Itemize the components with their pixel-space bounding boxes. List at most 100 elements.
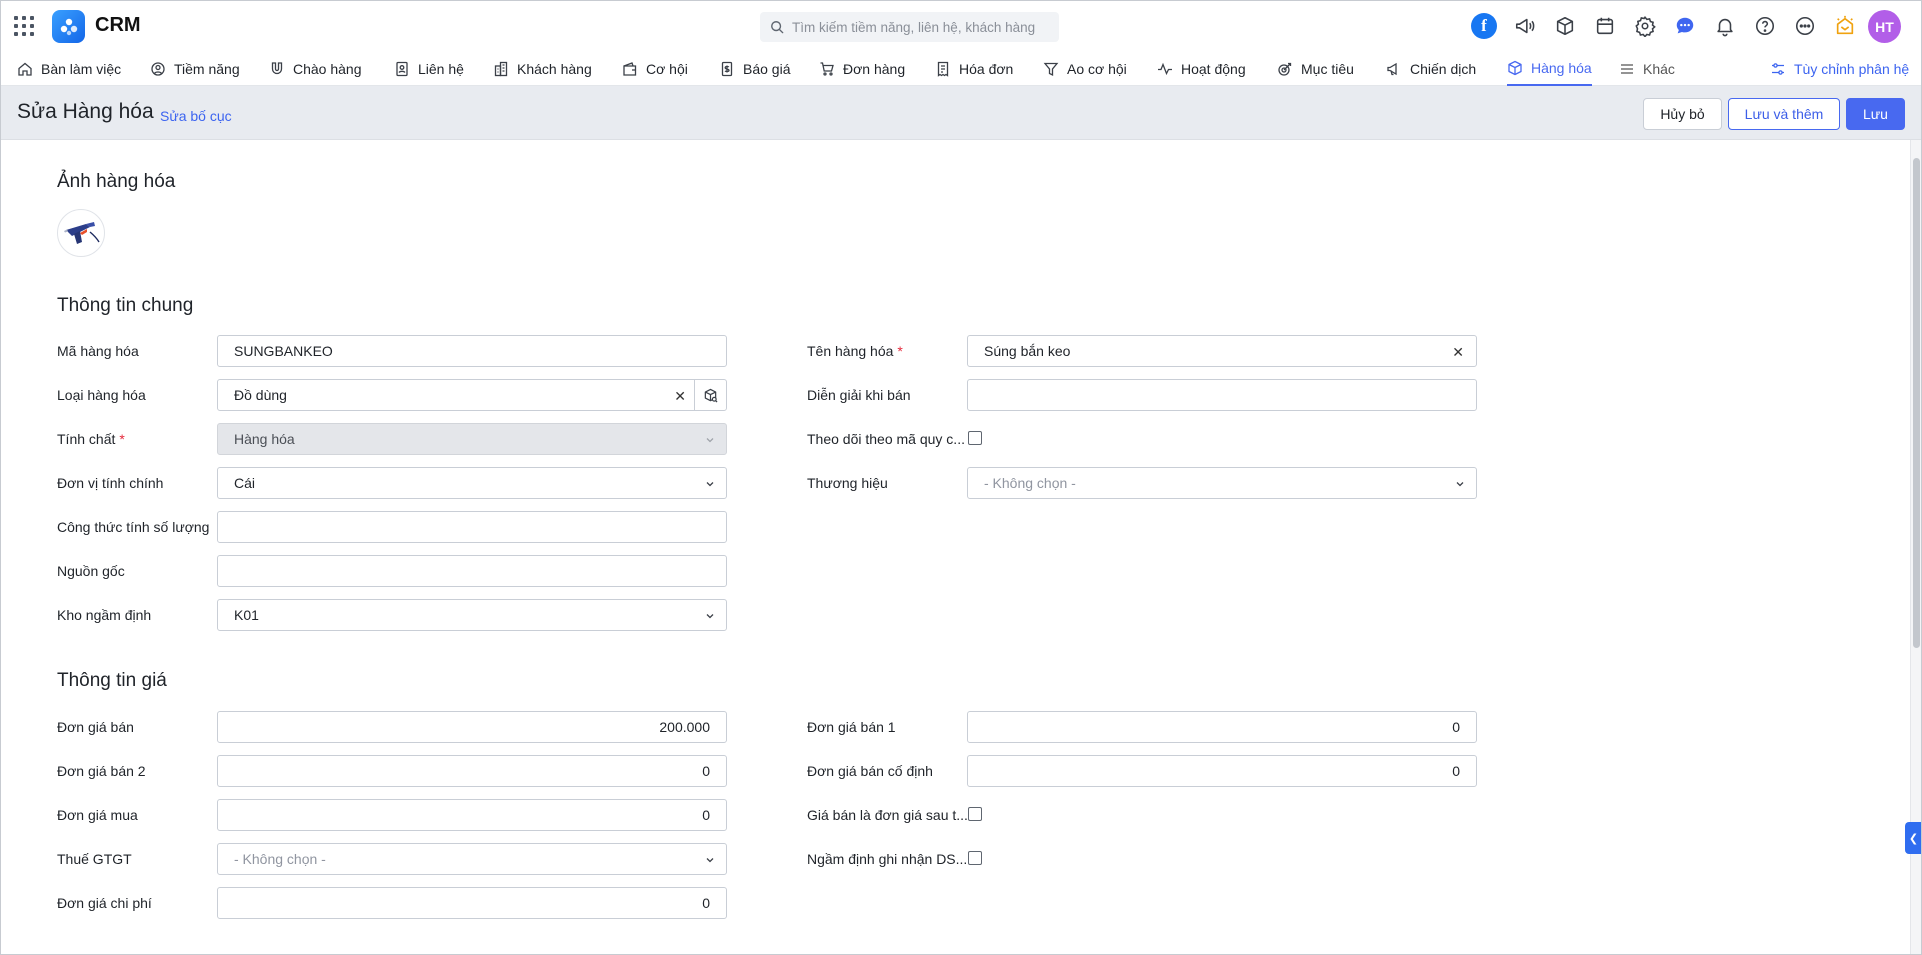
nav-item-leads[interactable]: Tiềm năng [150, 52, 240, 86]
nav-item-goals[interactable]: Mục tiêu [1277, 52, 1354, 86]
price-after-tax-label: Giá bán là đơn giá sau t... [807, 807, 968, 823]
clear-icon[interactable]: ✕ [1452, 345, 1464, 359]
sale-price-1-label: Đơn giá bán 1 [807, 719, 896, 735]
customize-modules-link[interactable]: Tùy chỉnh phân hệ [1770, 52, 1909, 86]
product-type-label: Loại hàng hóa [57, 387, 146, 403]
nav-item-opportunity-pool[interactable]: Ao cơ hội [1043, 52, 1127, 86]
help-icon[interactable] [1752, 13, 1778, 39]
menu-lines-icon [1621, 64, 1633, 74]
sale-price-2-label: Đơn giá bán 2 [57, 763, 146, 779]
save-button[interactable]: Lưu [1846, 98, 1905, 130]
product-type-input[interactable]: Đồ dùng ✕ [217, 379, 727, 411]
purchase-price-label: Đơn giá mua [57, 807, 138, 823]
nav-item-campaigns[interactable]: Chiến dịch [1386, 52, 1476, 86]
sale-price-input[interactable]: 200.000 [217, 711, 727, 743]
invoice-icon [937, 61, 949, 77]
app-launcher-icon[interactable] [14, 16, 34, 36]
section-title-price: Thông tin giá [57, 670, 167, 691]
search-icon [771, 21, 784, 34]
sale-description-input[interactable] [967, 379, 1477, 411]
section-title-general: Thông tin chung [57, 295, 194, 316]
edit-layout-link[interactable]: Sửa bố cục [160, 108, 232, 124]
nav-item-products[interactable]: Hàng hóa [1507, 52, 1592, 86]
save-and-add-button[interactable]: Lưu và thêm [1728, 98, 1840, 130]
sale-price-1-input[interactable]: 0 [967, 711, 1477, 743]
fixed-sale-price-label: Đơn giá bán cố định [807, 763, 933, 779]
chevron-down-icon [706, 482, 714, 487]
wallet-icon [623, 62, 637, 76]
main-unit-select[interactable]: Cái [217, 467, 727, 499]
sale-price-2-input[interactable]: 0 [217, 755, 727, 787]
module-nav: Bàn làm việc Tiềm năng Chào hàng Liên hệ… [0, 52, 1922, 86]
target-user-icon [151, 62, 165, 76]
chevron-down-icon [1456, 482, 1464, 487]
page-title: Sửa Hàng hóa [17, 100, 154, 123]
origin-input[interactable] [217, 555, 727, 587]
avatar[interactable]: HT [1868, 10, 1901, 43]
cost-price-label: Đơn giá chi phí [57, 895, 152, 911]
default-warehouse-label: Kho ngầm định [57, 607, 152, 623]
side-panel-toggle-icon[interactable]: ❮ [1905, 822, 1922, 854]
vat-select[interactable]: - Không chọn - [217, 843, 727, 875]
announcement-icon[interactable] [1512, 13, 1538, 39]
chevron-down-icon [706, 614, 714, 619]
product-code-input[interactable]: SUNGBANKEO [217, 335, 727, 367]
package-box-icon[interactable] [1552, 13, 1578, 39]
more-options-icon[interactable] [1792, 13, 1818, 39]
bell-icon[interactable] [1712, 13, 1738, 39]
track-by-spec-checkbox[interactable] [968, 431, 982, 445]
brand-select[interactable]: - Không chọn - [967, 467, 1477, 499]
brand-label: Thương hiệu [807, 475, 888, 491]
nav-item-invoices[interactable]: Hóa đơn [935, 52, 1013, 86]
scrollbar-thumb[interactable] [1913, 158, 1920, 648]
clear-icon[interactable]: ✕ [674, 389, 686, 403]
magnet-icon [271, 62, 283, 75]
global-search[interactable] [760, 12, 1059, 42]
default-warehouse-select[interactable]: K01 [217, 599, 727, 631]
cost-price-input[interactable]: 0 [217, 887, 727, 919]
chat-bubble-icon[interactable] [1672, 13, 1698, 39]
vat-label: Thuế GTGT [57, 851, 132, 867]
product-image[interactable] [57, 209, 105, 257]
product-name-label: Tên hàng hóa * [807, 343, 903, 359]
nav-item-opportunities[interactable]: Cơ hội [622, 52, 688, 86]
price-after-tax-checkbox[interactable] [968, 807, 982, 821]
nav-item-more[interactable]: Khác [1619, 52, 1675, 86]
facebook-icon[interactable]: f [1471, 13, 1497, 39]
quantity-formula-input[interactable] [217, 511, 727, 543]
box-lookup-icon [704, 388, 718, 402]
cancel-button[interactable]: Hủy bỏ [1643, 98, 1722, 130]
glue-gun-image-icon [64, 222, 100, 244]
nav-item-customers[interactable]: Khách hàng [493, 52, 592, 86]
chevron-down-icon [706, 858, 714, 863]
product-type-lookup-button[interactable] [694, 380, 726, 410]
funnel-icon [1043, 62, 1059, 77]
nav-item-activities[interactable]: Hoạt động [1157, 52, 1246, 86]
purchase-price-input[interactable]: 0 [217, 799, 727, 831]
search-input[interactable] [792, 19, 1052, 35]
nav-item-orders[interactable]: Đơn hàng [819, 52, 905, 86]
nav-item-quotes[interactable]: Báo giá [719, 52, 790, 86]
sliders-icon [1772, 63, 1784, 75]
contact-card-icon [396, 61, 408, 77]
nav-item-contacts[interactable]: Liên hệ [394, 52, 464, 86]
track-by-spec-label: Theo dõi theo mã quy c... [807, 431, 965, 447]
gear-icon[interactable] [1632, 13, 1658, 39]
fixed-sale-price-input[interactable]: 0 [967, 755, 1477, 787]
default-record-revenue-checkbox[interactable] [968, 851, 982, 865]
section-title-image: Ảnh hàng hóa [57, 171, 176, 192]
cart-icon [820, 62, 834, 76]
activity-pulse-icon [1158, 62, 1172, 76]
nav-item-offers[interactable]: Chào hàng [269, 52, 362, 86]
chevron-down-icon [706, 438, 714, 443]
what-new-gift-icon[interactable] [1832, 13, 1858, 39]
sale-description-label: Diễn giải khi bán [807, 387, 911, 403]
product-name-input[interactable]: Súng bắn keo ✕ [967, 335, 1477, 367]
quote-document-icon [721, 61, 733, 77]
crm-logo-icon[interactable] [52, 10, 85, 43]
calendar-icon[interactable] [1592, 13, 1618, 39]
top-bar: CRM f HT [0, 0, 1922, 52]
nav-item-dashboard[interactable]: Bàn làm việc [17, 52, 121, 86]
goal-icon [1278, 62, 1292, 76]
default-record-revenue-label: Ngầm định ghi nhận DS... [807, 851, 968, 867]
